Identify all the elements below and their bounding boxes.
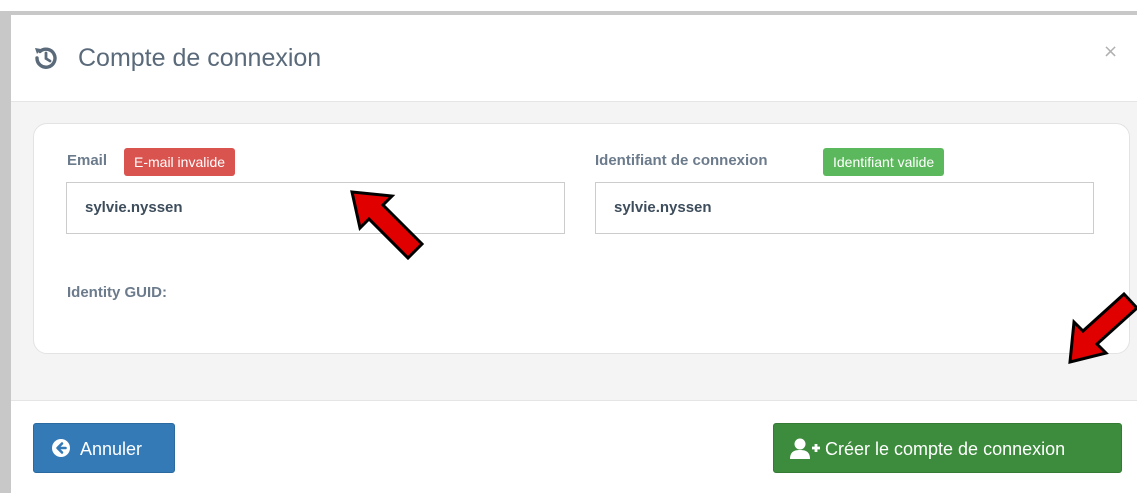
cancel-button[interactable]: Annuler [33,423,175,473]
annotation-arrow-email [350,190,425,261]
form-card: Email E-mail invalide sylvie.nyssen Iden… [33,123,1130,354]
create-account-button-label: Créer le compte de connexion [825,439,1066,459]
close-button[interactable]: × [1103,41,1118,62]
modal-dialog: Compte de connexion × Email E-mail inval… [11,15,1137,494]
cancel-button-label: Annuler [80,439,143,459]
create-account-button[interactable]: Créer le compte de connexion [773,423,1122,473]
email-label: Email [67,152,108,169]
modal-title: Compte de connexion [78,44,322,72]
annotation-arrow-create-button [1068,292,1137,364]
modal-footer: Annuler Créer le compte de connexion [11,400,1137,494]
screenshot-frame-left [0,11,11,493]
history-icon [31,43,61,73]
identity-guid-label: Identity GUID: [67,284,167,301]
email-field[interactable]: sylvie.nyssen [66,182,565,234]
email-invalid-badge: E-mail invalide [124,148,236,176]
arrow-circle-left-icon [52,439,70,457]
login-id-field[interactable]: sylvie.nyssen [595,182,1094,234]
user-plus-icon [790,438,820,459]
modal-header: Compte de connexion × [11,15,1137,102]
modal-body: Email E-mail invalide sylvie.nyssen Iden… [11,102,1137,400]
login-id-valid-badge: Identifiant valide [823,148,945,176]
login-id-label: Identifiant de connexion [595,152,768,169]
